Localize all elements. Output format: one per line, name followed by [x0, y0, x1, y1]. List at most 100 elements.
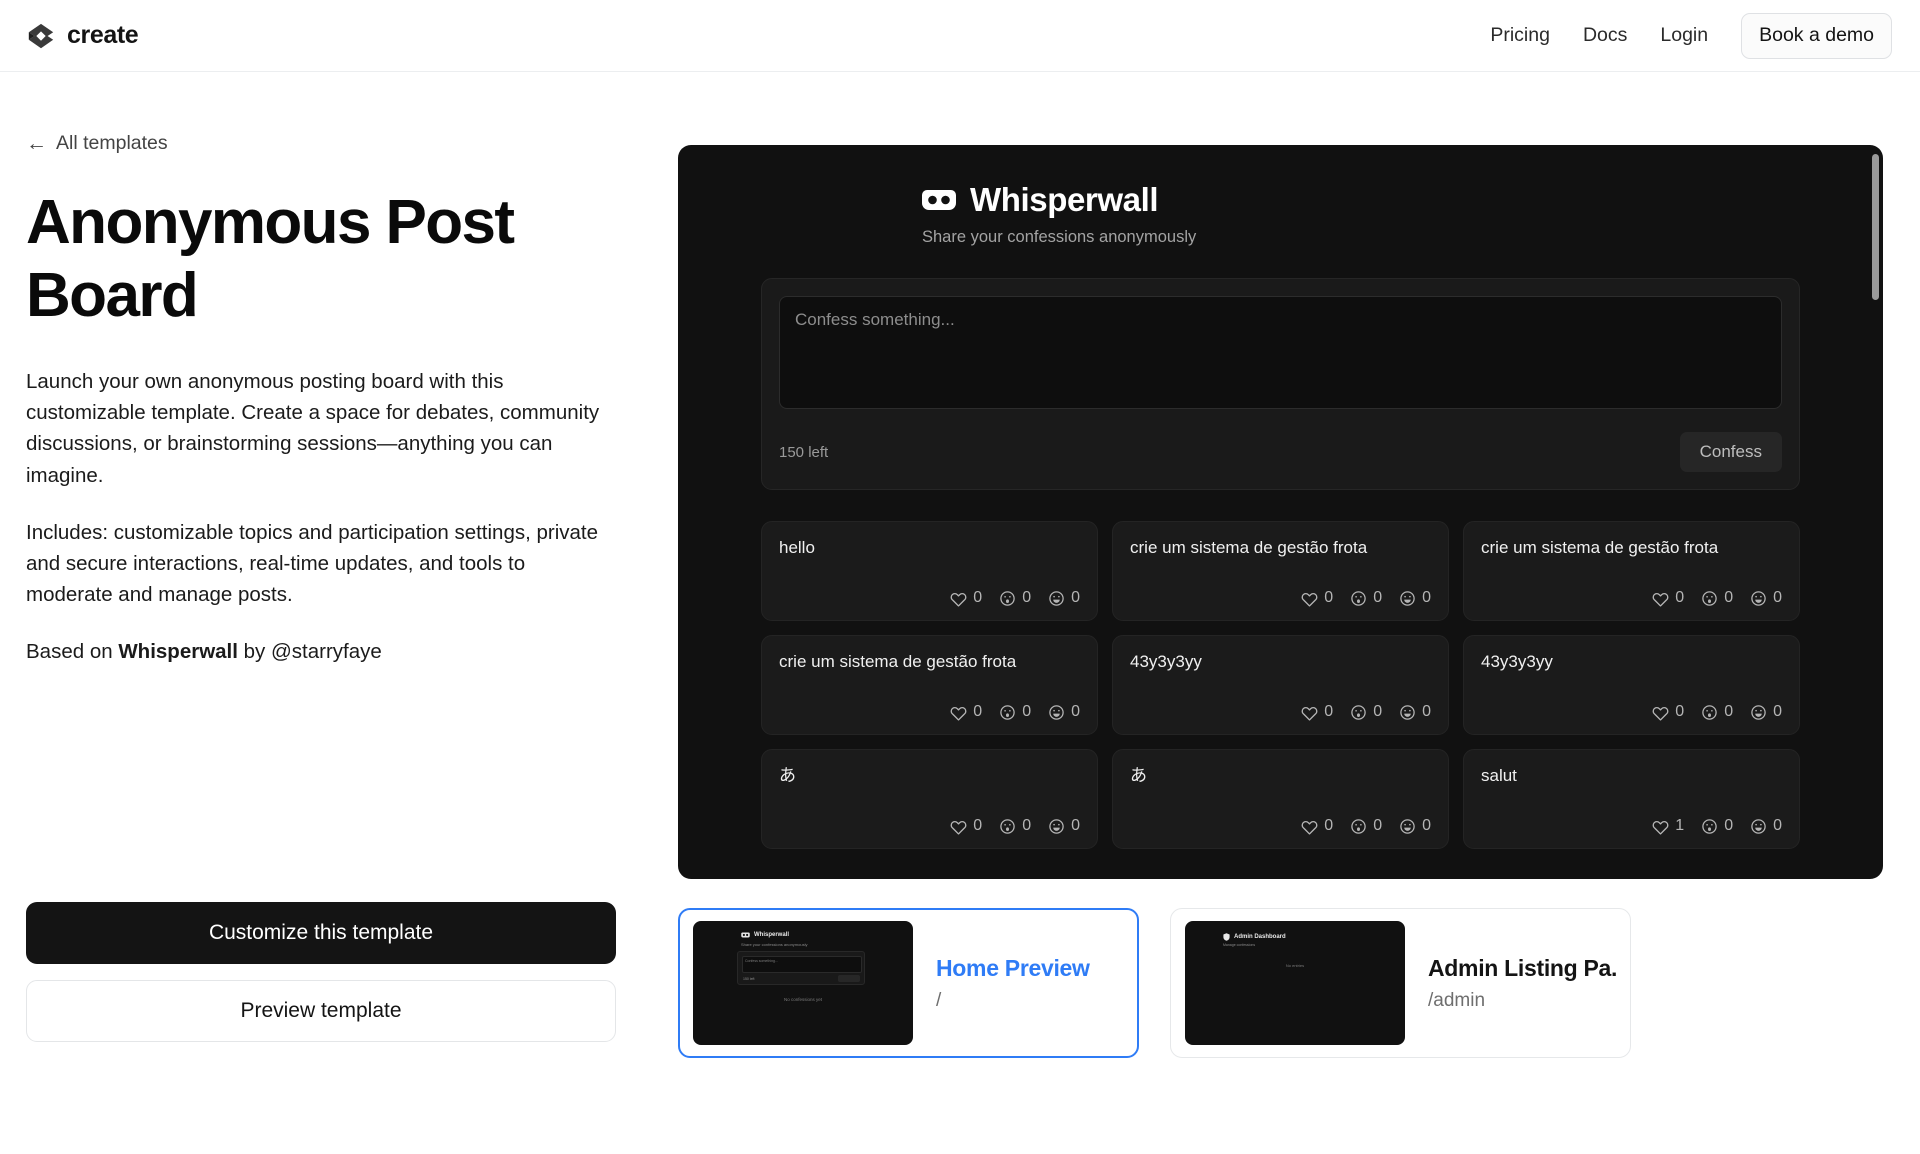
attribution-prefix: Based on: [26, 640, 119, 664]
reaction-row: 0 0 0: [779, 817, 1080, 835]
reaction-surprised-face-button[interactable]: 0: [999, 817, 1031, 835]
heart-icon: [1652, 590, 1669, 607]
reaction-smiling-face-button[interactable]: 0: [1750, 817, 1782, 835]
smiling-face-icon: [1750, 704, 1767, 721]
reaction-heart-button[interactable]: 0: [950, 703, 982, 721]
reaction-heart-button[interactable]: 0: [1301, 589, 1333, 607]
home-preview-meta: Home Preview /: [936, 955, 1090, 1012]
reaction-count: 1: [1675, 817, 1685, 834]
admin-listing-meta: Admin Listing Pa... /admin: [1428, 955, 1616, 1012]
page-thumb-home-preview[interactable]: Whisperwall Share your confessions anony…: [678, 908, 1139, 1058]
home-preview-thumbnail-image: Whisperwall Share your confessions anony…: [693, 921, 913, 1045]
smiling-face-icon: [1048, 818, 1065, 835]
preview-scrollbar-thumb[interactable]: [1872, 154, 1879, 300]
reaction-surprised-face-button[interactable]: 0: [999, 589, 1031, 607]
reaction-smiling-face-button[interactable]: 0: [1048, 589, 1080, 607]
create-logo-icon: [28, 23, 54, 48]
confession-text: あ: [1130, 766, 1147, 785]
confession-text: crie um sistema de gestão frota: [1130, 538, 1368, 557]
reaction-smiling-face-button[interactable]: 0: [1750, 589, 1782, 607]
template-details-column: ← All templates Anonymous Post Board Lau…: [26, 132, 616, 667]
heart-icon: [950, 704, 967, 721]
reaction-count: 0: [1422, 703, 1431, 720]
smiling-face-icon: [1750, 590, 1767, 607]
reaction-surprised-face-button[interactable]: 0: [999, 703, 1031, 721]
whisperwall-title: Whisperwall: [970, 181, 1159, 218]
confession-card[interactable]: あ 0 0 0: [1112, 749, 1449, 849]
mini-confess-button: [838, 975, 860, 982]
reaction-heart-button[interactable]: 1: [1652, 817, 1684, 835]
book-a-demo-button[interactable]: Book a demo: [1741, 12, 1892, 59]
reaction-heart-button[interactable]: 0: [1301, 703, 1333, 721]
reaction-surprised-face-button[interactable]: 0: [1350, 703, 1382, 721]
reaction-surprised-face-button[interactable]: 0: [1701, 703, 1733, 721]
confession-text: 43y3y3yy: [1481, 652, 1553, 671]
home-preview-path: /: [936, 989, 942, 1011]
reaction-heart-button[interactable]: 0: [1652, 589, 1684, 607]
reaction-row: 0 0 0: [1481, 589, 1782, 607]
surprised-face-icon: [1350, 590, 1367, 607]
reaction-smiling-face-button[interactable]: 0: [1048, 817, 1080, 835]
confession-card[interactable]: 43y3y3yy 0 0 0: [1112, 635, 1449, 735]
reaction-row: 0 0 0: [779, 703, 1080, 721]
confession-card[interactable]: あ 0 0 0: [761, 749, 1098, 849]
confession-card[interactable]: crie um sistema de gestão frota 0 0 0: [1112, 521, 1449, 621]
heart-icon: [950, 818, 967, 835]
template-description-paragraph-1: Launch your own anonymous posting board …: [26, 370, 600, 487]
reaction-smiling-face-button[interactable]: 0: [1399, 703, 1431, 721]
smiling-face-icon: [1750, 818, 1767, 835]
nav-link-pricing[interactable]: Pricing: [1490, 24, 1550, 47]
top-navigation-bar: create Pricing Docs Login Book a demo: [0, 0, 1920, 72]
reaction-heart-button[interactable]: 0: [950, 817, 982, 835]
confession-input[interactable]: [779, 296, 1782, 409]
confession-card[interactable]: 43y3y3yy 0 0 0: [1463, 635, 1800, 735]
confession-card[interactable]: hello 0 0 0: [761, 521, 1098, 621]
mini-mask-icon: [741, 932, 750, 938]
reaction-heart-button[interactable]: 0: [1652, 703, 1684, 721]
reaction-surprised-face-button[interactable]: 0: [1350, 589, 1382, 607]
reaction-count: 0: [1324, 703, 1334, 720]
mini-chars-left: 150 left: [743, 977, 755, 981]
confession-card[interactable]: salut 1 0 0: [1463, 749, 1800, 849]
confession-card[interactable]: crie um sistema de gestão frota 0 0 0: [761, 635, 1098, 735]
reaction-count: 0: [973, 817, 983, 834]
back-to-all-templates-link[interactable]: ← All templates: [26, 132, 168, 155]
customize-this-template-button[interactable]: Customize this template: [26, 902, 616, 964]
reaction-heart-button[interactable]: 0: [1301, 817, 1333, 835]
reaction-heart-button[interactable]: 0: [950, 589, 982, 607]
reaction-count: 0: [1773, 703, 1782, 720]
template-description-paragraph-2: Includes: customizable topics and partic…: [26, 520, 599, 606]
confession-card[interactable]: crie um sistema de gestão frota 0 0 0: [1463, 521, 1800, 621]
surprised-face-icon: [1701, 704, 1718, 721]
preview-template-button[interactable]: Preview template: [26, 980, 616, 1042]
reaction-smiling-face-button[interactable]: 0: [1399, 817, 1431, 835]
mini-placeholder-text: Confess something...: [745, 959, 778, 963]
reaction-smiling-face-button[interactable]: 0: [1399, 589, 1431, 607]
reaction-surprised-face-button[interactable]: 0: [1701, 589, 1733, 607]
reaction-smiling-face-button[interactable]: 0: [1048, 703, 1080, 721]
reaction-row: 0 0 0: [1130, 817, 1431, 835]
mini-home-subtitle: Share your confessions anonymously: [741, 942, 808, 947]
back-link-label: All templates: [56, 132, 168, 154]
smiling-face-icon: [1399, 704, 1416, 721]
reaction-count: 0: [1773, 589, 1782, 606]
nav-link-docs[interactable]: Docs: [1583, 24, 1627, 47]
nav-link-login[interactable]: Login: [1660, 24, 1708, 47]
surprised-face-icon: [1701, 590, 1718, 607]
attribution-suffix: by @starryfaye: [237, 640, 382, 664]
reaction-count: 0: [1324, 817, 1334, 834]
smiling-face-icon: [1399, 590, 1416, 607]
heart-icon: [1301, 704, 1318, 721]
reaction-count: 0: [1675, 703, 1685, 720]
brand-name: create: [67, 21, 139, 49]
reaction-surprised-face-button[interactable]: 0: [1350, 817, 1382, 835]
reaction-count: 0: [1071, 589, 1080, 606]
brand-logo-link[interactable]: create: [26, 21, 139, 51]
reaction-smiling-face-button[interactable]: 0: [1750, 703, 1782, 721]
confession-text: crie um sistema de gestão frota: [1481, 538, 1719, 557]
reaction-surprised-face-button[interactable]: 0: [1701, 817, 1733, 835]
confess-submit-button[interactable]: Confess: [1679, 432, 1782, 472]
live-preview-panel[interactable]: Whisperwall Share your confessions anony…: [678, 145, 1883, 879]
mini-shield-icon: [1223, 933, 1230, 941]
page-thumb-admin-listing[interactable]: Admin Dashboard Manage confessions No en…: [1170, 908, 1631, 1058]
